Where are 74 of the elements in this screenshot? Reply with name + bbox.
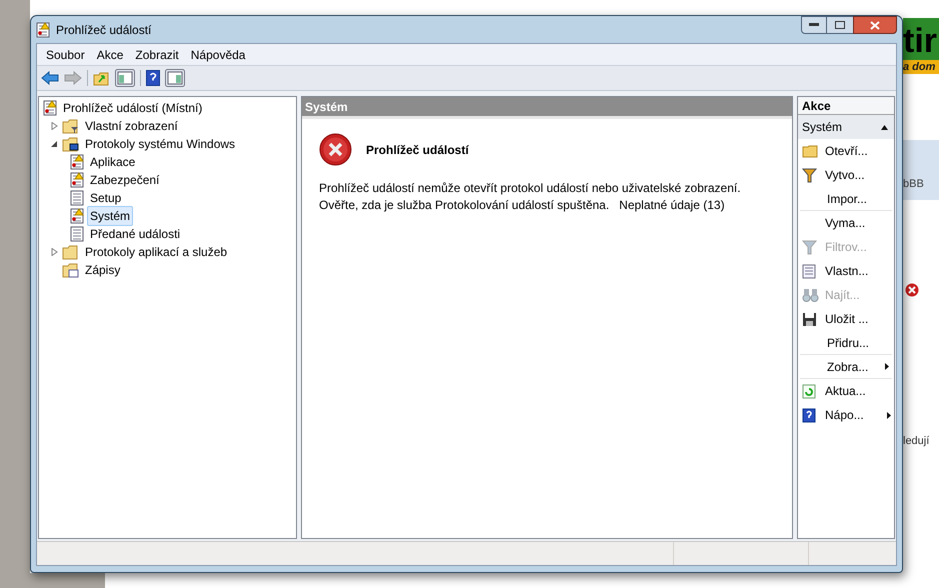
refresh-icon — [802, 384, 816, 398]
action-item[interactable]: Nápo... — [798, 403, 894, 427]
action-item[interactable]: Vytvo... — [798, 163, 894, 187]
action-item[interactable]: Aktua... — [798, 379, 894, 403]
folder-filter-icon — [62, 118, 79, 134]
show-pane-icon[interactable] — [165, 69, 185, 87]
minimize-icon — [809, 23, 819, 27]
tree-item[interactable]: Setup — [87, 188, 124, 208]
tree-item[interactable]: Aplikace — [87, 152, 138, 172]
folder-computer-icon — [62, 136, 79, 152]
menu-item[interactable]: Zobrazit — [130, 46, 184, 64]
help-icon[interactable] — [146, 70, 160, 86]
show-tree-icon[interactable] — [115, 69, 135, 87]
action-item[interactable]: Otevří... — [798, 139, 894, 163]
banner-text: tir — [903, 18, 939, 60]
error-message: Ověřte, zda je služba Protokolování událostí spuštěna. Neplatné údaje (13) — [319, 197, 726, 214]
close-icon — [870, 20, 880, 30]
tree-item[interactable]: Zápisy — [82, 260, 124, 280]
log-warning-icon — [70, 154, 84, 170]
section-label: Systém — [802, 119, 842, 136]
filter-icon — [802, 240, 817, 254]
error-icon — [319, 133, 352, 166]
tree-item[interactable]: Předané události — [87, 224, 184, 244]
submenu-arrow-icon — [885, 363, 889, 370]
window-title: Prohlížeč událostí — [56, 22, 152, 38]
submenu-arrow-icon — [887, 412, 891, 418]
collapse-icon[interactable] — [51, 140, 58, 148]
log-warning-icon — [43, 100, 57, 116]
tree-item[interactable]: Zabezpečení — [87, 170, 162, 190]
menu-item[interactable]: Nápověda — [186, 46, 250, 64]
error-message: Prohlížeč událostí nemůže otevřít protokol událostí nebo uživatelské zobrazení. — [319, 180, 742, 197]
banner-slogan: a dom — [903, 60, 939, 74]
web-text: bBB — [903, 177, 924, 192]
minimize-button[interactable] — [801, 16, 827, 34]
tree-item[interactable]: Systém — [87, 206, 134, 226]
log-icon — [70, 190, 84, 206]
expand-icon[interactable] — [51, 248, 58, 256]
menu-item[interactable]: Akce — [92, 46, 128, 64]
tree-item[interactable]: Prohlížeč událostí (Místní) — [60, 98, 206, 118]
expand-icon[interactable] — [51, 122, 58, 130]
help-icon — [802, 408, 816, 422]
folder-document-icon — [62, 262, 79, 278]
folder-up-icon[interactable] — [93, 70, 110, 86]
action-item[interactable]: Impor... — [800, 187, 892, 211]
action-item[interactable]: Vlastn... — [798, 259, 894, 283]
back-arrow-icon[interactable] — [41, 71, 59, 85]
menu-item[interactable]: Soubor — [41, 46, 90, 64]
log-warning-icon — [36, 22, 50, 38]
maximize-button[interactable] — [827, 16, 853, 34]
action-item[interactable]: Vyma... — [798, 211, 894, 235]
error-icon — [905, 283, 919, 297]
close-button[interactable] — [853, 16, 897, 34]
folder-icon — [62, 244, 79, 260]
log-icon — [70, 226, 84, 242]
log-warning-icon — [70, 172, 84, 188]
properties-icon — [802, 264, 816, 278]
action-item[interactable]: Přidru... — [800, 331, 892, 355]
action-item[interactable]: Zobra... — [800, 355, 892, 379]
collapse-icon[interactable] — [881, 124, 888, 130]
actions-section-header[interactable]: Systém — [798, 115, 894, 139]
action-item[interactable]: Uložit ... — [798, 307, 894, 331]
error-title: Prohlížeč událostí — [366, 142, 469, 158]
folder-icon — [802, 144, 818, 158]
binoculars-icon — [802, 288, 819, 302]
tree-item[interactable]: Protokoly systému Windows — [82, 134, 238, 154]
pane-header: Systém — [302, 97, 792, 119]
filter-icon — [802, 168, 817, 182]
tree-item[interactable]: Protokoly aplikací a služeb — [82, 242, 230, 262]
web-text: ledují — [903, 434, 930, 449]
web-panel — [903, 140, 939, 200]
pane-header: Akce — [798, 97, 894, 115]
maximize-icon — [835, 21, 845, 29]
log-warning-icon — [70, 208, 84, 224]
tree-item[interactable]: Vlastní zobrazení — [82, 116, 181, 136]
